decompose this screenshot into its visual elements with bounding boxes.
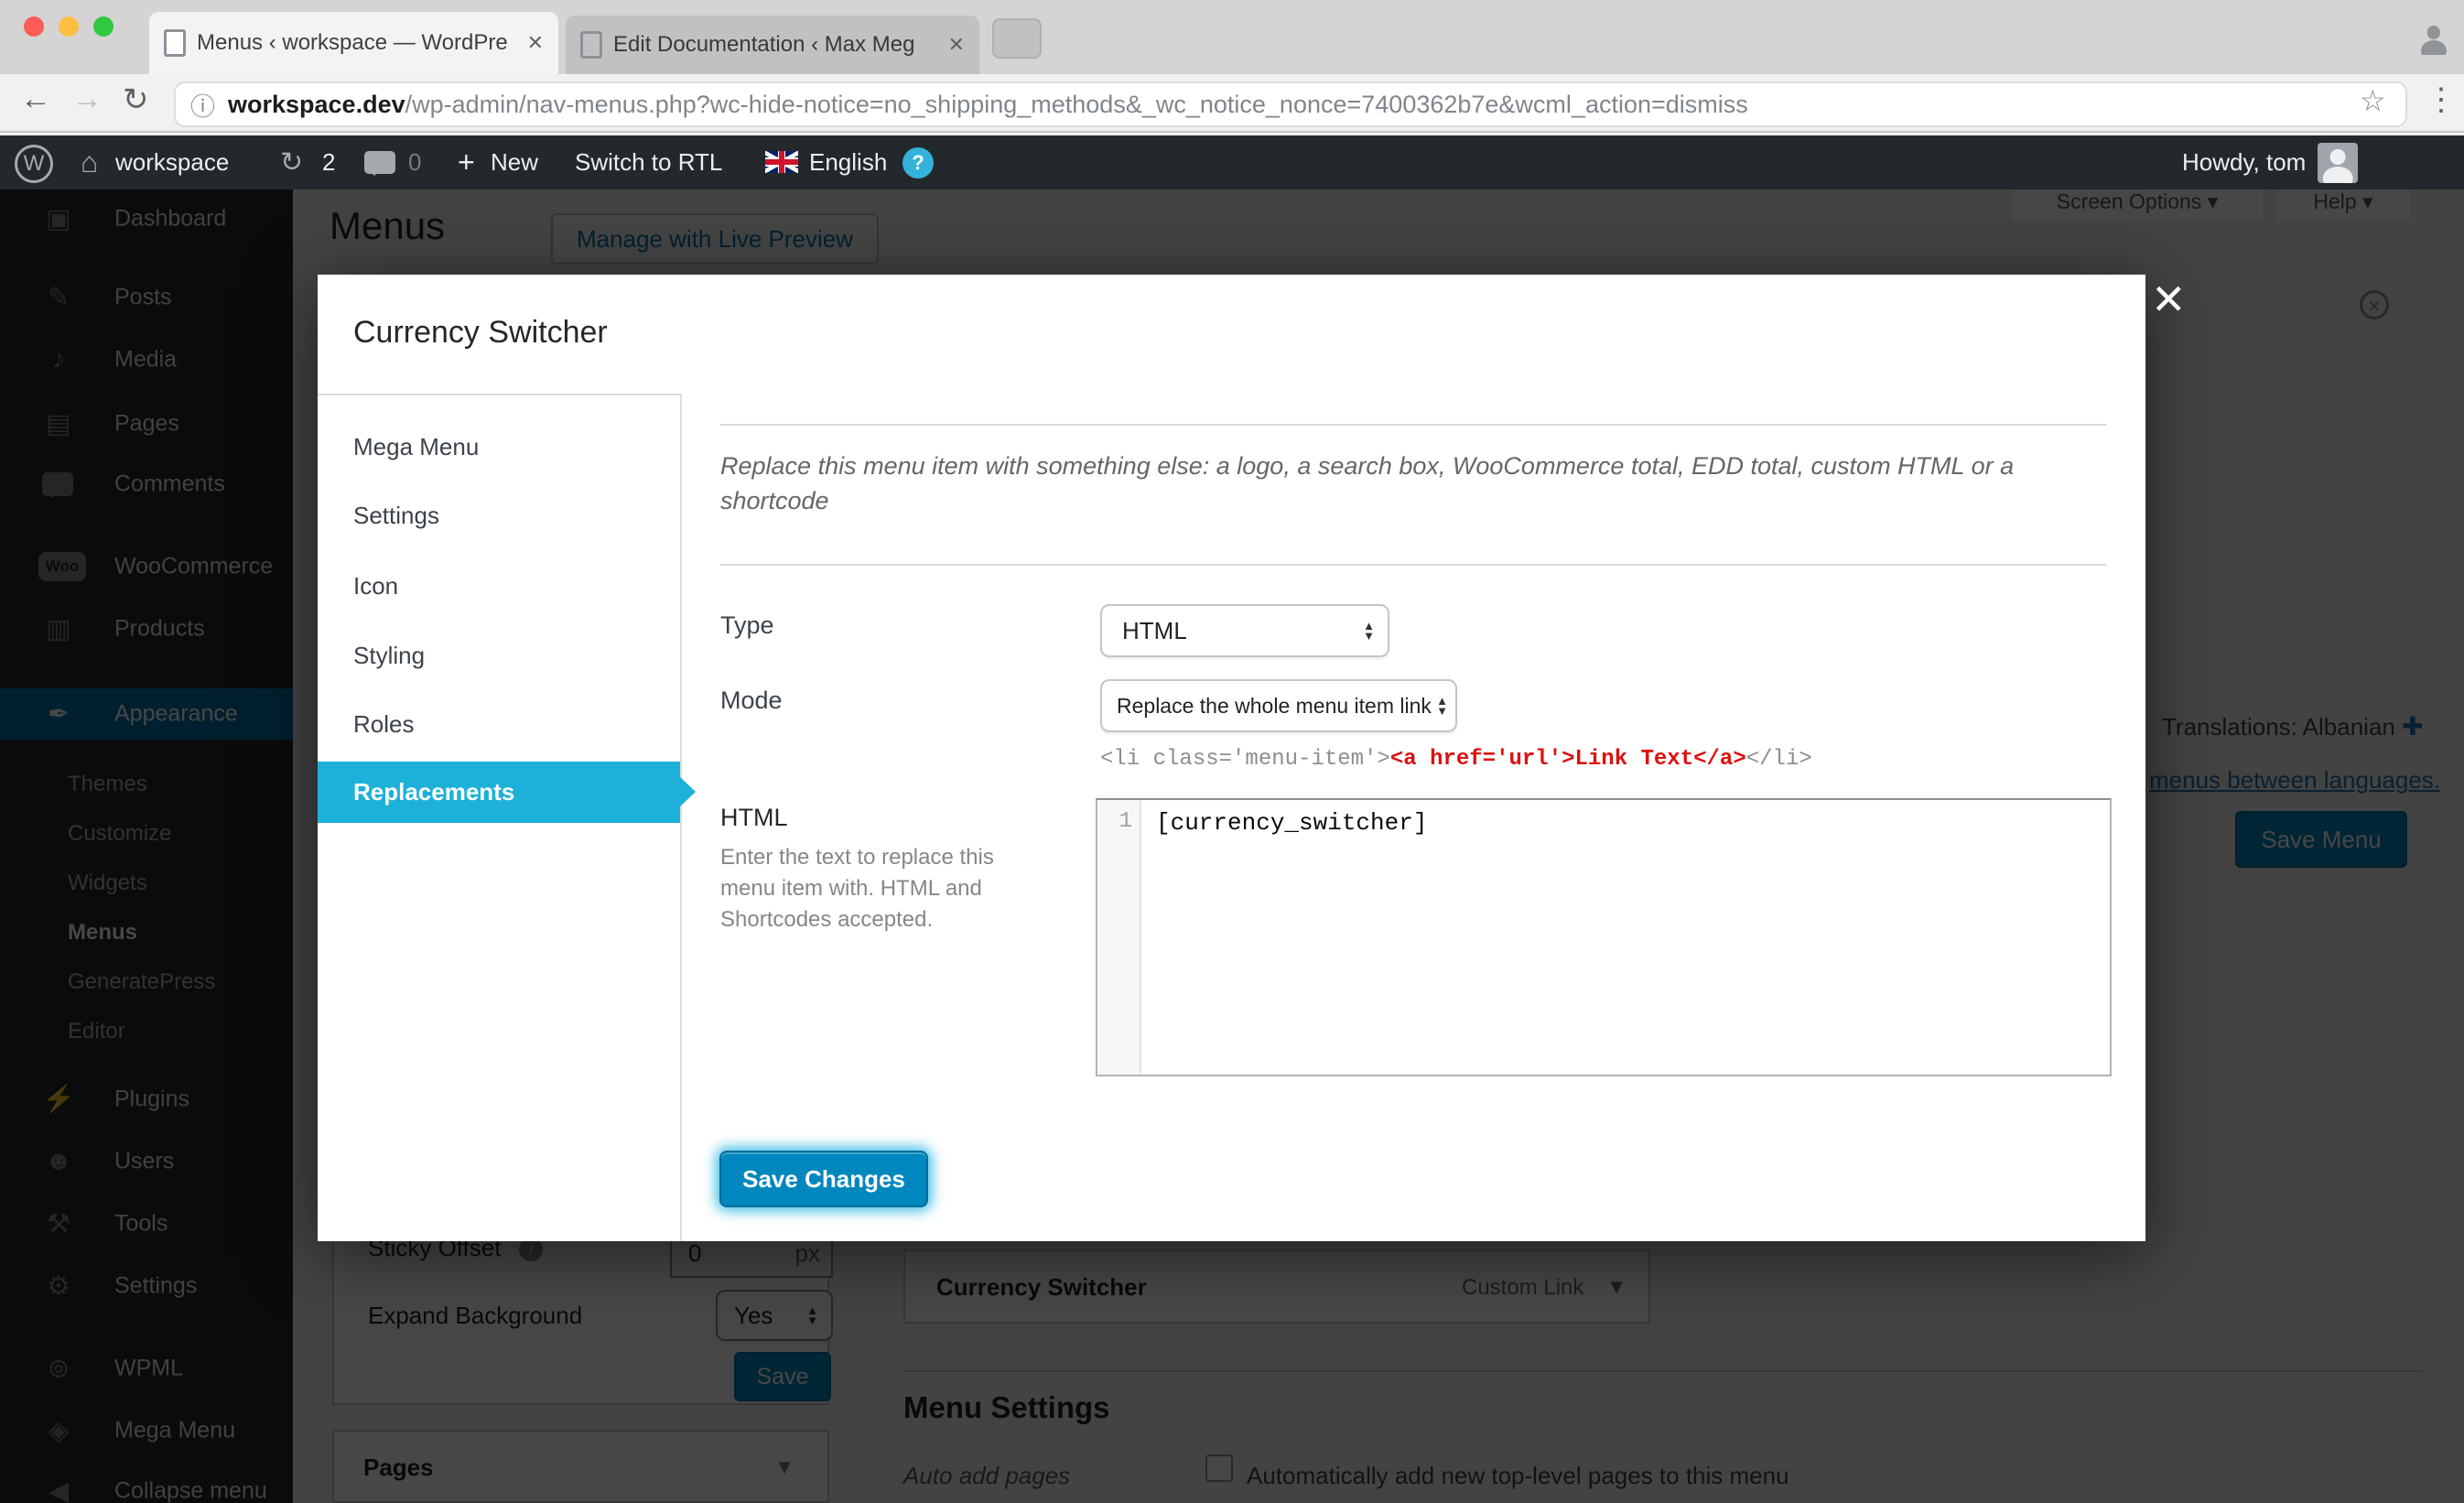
- type-label: Type: [720, 611, 774, 640]
- url-bar[interactable]: ⓘ workspace.dev/wp-admin/nav-menus.php?w…: [174, 81, 2407, 127]
- html-code-editor[interactable]: 1 [currency_switcher]: [1096, 798, 2112, 1076]
- new-content-link[interactable]: New: [491, 135, 538, 189]
- switch-to-rtl-link[interactable]: Switch to RTL: [575, 135, 722, 189]
- tab-panel-border: [318, 394, 680, 395]
- window-minimize-icon[interactable]: [59, 16, 79, 37]
- select-arrows-icon: ▲▼: [1363, 621, 1375, 641]
- help-icon[interactable]: ?: [902, 147, 934, 178]
- tab-icon[interactable]: Icon: [318, 552, 680, 621]
- screen: Menus ‹ workspace — WordPre ✕ Edit Docum…: [0, 0, 2464, 1503]
- save-changes-button[interactable]: Save Changes: [719, 1151, 928, 1207]
- wordpress-logo-icon[interactable]: W: [15, 145, 53, 183]
- content-divider: [720, 564, 2106, 566]
- browser-profile-icon[interactable]: [2416, 20, 2451, 55]
- comments-icon[interactable]: [364, 151, 395, 174]
- tab-settings[interactable]: Settings: [318, 481, 680, 550]
- mode-label: Mode: [720, 687, 783, 715]
- tab-divider: [680, 394, 682, 1241]
- site-info-icon[interactable]: ⓘ: [190, 87, 215, 123]
- tab-title: Menus ‹ workspace — WordPre: [197, 30, 516, 56]
- url-text: workspace.dev/wp-admin/nav-menus.php?wc-…: [228, 91, 1748, 119]
- tab-title: Edit Documentation ‹ Max Meg: [613, 32, 937, 58]
- code-highlight: <a href='url'>Link Text</a>: [1390, 747, 1746, 772]
- page-favicon: [164, 29, 186, 57]
- mode-select[interactable]: Replace the whole menu item link ▲▼: [1100, 679, 1457, 732]
- window-zoom-icon[interactable]: [93, 16, 113, 37]
- html-help-text: Enter the text to replace this menu item…: [720, 842, 1022, 935]
- content-divider: [720, 424, 2106, 426]
- tab-replacements[interactable]: Replacements: [318, 762, 680, 823]
- language-link[interactable]: English: [809, 135, 887, 189]
- tab-close-icon[interactable]: ✕: [948, 33, 965, 57]
- tab-mega-menu[interactable]: Mega Menu: [318, 413, 680, 481]
- editor-content[interactable]: [currency_switcher]: [1156, 809, 1427, 837]
- site-name-link[interactable]: workspace: [115, 135, 229, 189]
- active-tab-arrow-icon: [679, 776, 696, 807]
- page-favicon: [580, 31, 602, 59]
- url-host: workspace.dev: [228, 91, 405, 118]
- updates-count[interactable]: 2: [322, 135, 335, 189]
- modal-close-icon[interactable]: ✕: [2151, 275, 2187, 324]
- code-hint: <li class='menu-item'><a href='url'>Link…: [1100, 747, 1812, 772]
- browser-titlebar: Menus ‹ workspace — WordPre ✕ Edit Docum…: [0, 0, 2464, 74]
- back-icon[interactable]: ←: [20, 81, 51, 117]
- html-label: HTML: [720, 804, 788, 832]
- type-select[interactable]: HTML ▲▼: [1100, 604, 1389, 657]
- replacements-description: Replace this menu item with something el…: [720, 449, 2093, 518]
- avatar[interactable]: [2318, 143, 2358, 183]
- browser-toolbar: ← → ↻ ⓘ workspace.dev/wp-admin/nav-menus…: [0, 74, 2464, 133]
- tab-close-icon[interactable]: ✕: [527, 31, 544, 55]
- window-close-icon[interactable]: [24, 16, 44, 37]
- browser-tab-active[interactable]: Menus ‹ workspace — WordPre ✕: [149, 12, 558, 74]
- select-arrows-icon: ▲▼: [1436, 696, 1448, 716]
- home-icon[interactable]: ⌂: [81, 135, 98, 189]
- refresh-icon[interactable]: ↻: [123, 81, 149, 118]
- browser-tab-inactive[interactable]: Edit Documentation ‹ Max Meg ✕: [566, 16, 979, 74]
- new-tab-button[interactable]: [992, 18, 1042, 59]
- uk-flag-icon: [765, 151, 798, 173]
- browser-menu-dots-icon[interactable]: ⋮: [2426, 81, 2457, 118]
- modal-title: Currency Switcher: [353, 315, 608, 351]
- editor-line-number: 1: [1097, 800, 1141, 1075]
- currency-switcher-modal: Currency Switcher Mega Menu Settings Ico…: [318, 275, 2145, 1241]
- new-plus-icon[interactable]: +: [458, 135, 475, 189]
- howdy-account-link[interactable]: Howdy, tom: [2182, 135, 2306, 189]
- comments-count[interactable]: 0: [408, 135, 421, 189]
- bookmark-star-icon[interactable]: ☆: [2360, 83, 2386, 118]
- tab-roles[interactable]: Roles: [318, 690, 680, 759]
- wp-admin-bar: W ⌂ workspace ↻ 2 0 + New Switch to RTL …: [0, 135, 2464, 189]
- updates-icon[interactable]: ↻: [280, 135, 303, 189]
- forward-icon[interactable]: →: [71, 81, 103, 117]
- url-path: /wp-admin/nav-menus.php?wc-hide-notice=n…: [405, 91, 1748, 118]
- tab-styling[interactable]: Styling: [318, 622, 680, 690]
